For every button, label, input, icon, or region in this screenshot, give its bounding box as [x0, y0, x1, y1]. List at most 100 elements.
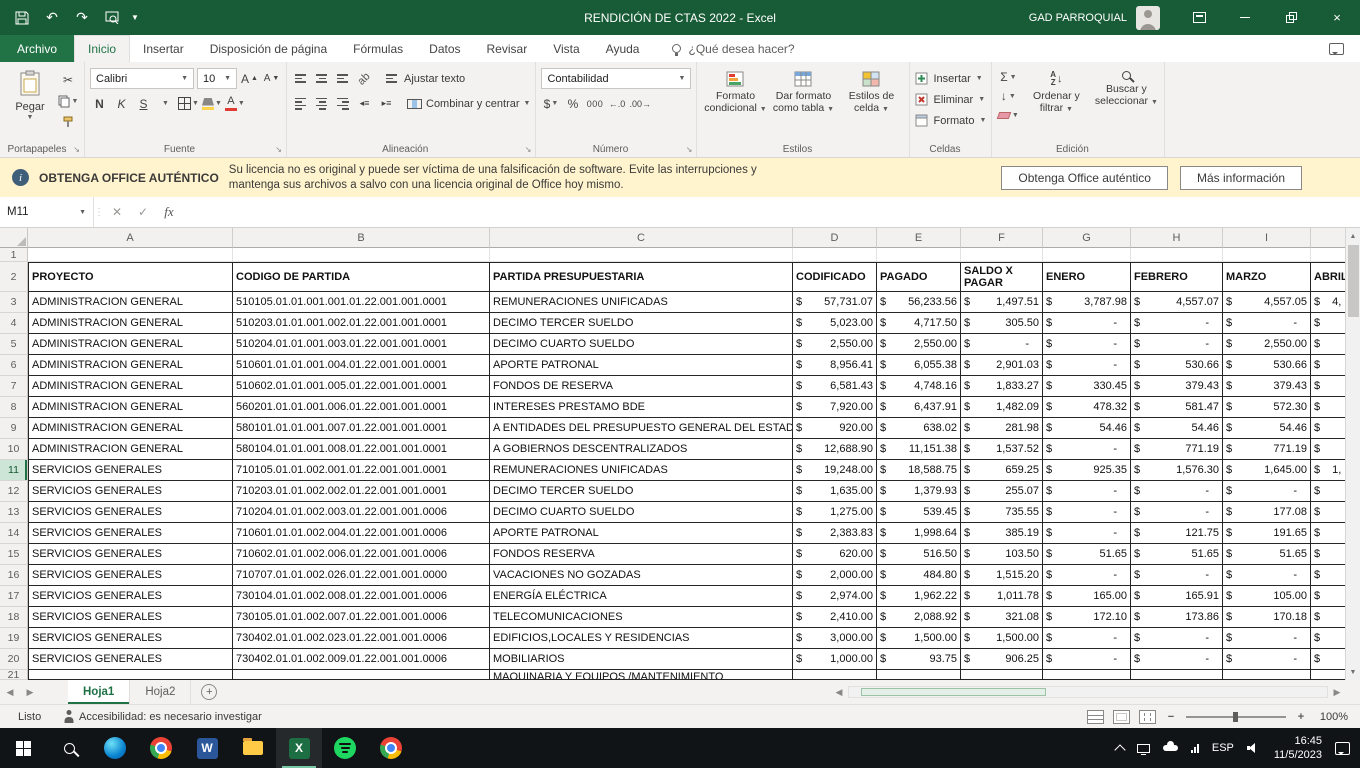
- cell-F7[interactable]: $1,833.27: [961, 376, 1043, 397]
- align-left-icon[interactable]: [292, 95, 310, 113]
- cell-C3[interactable]: REMUNERACIONES UNIFICADAS: [490, 292, 793, 313]
- cell-C16[interactable]: VACACIONES NO GOZADAS: [490, 565, 793, 586]
- cell-H6[interactable]: $530.66: [1131, 355, 1223, 376]
- cell-G15[interactable]: $51.65: [1043, 544, 1131, 565]
- sheet-tab-hoja1[interactable]: Hoja1: [68, 680, 130, 704]
- cell-E7[interactable]: $4,748.16: [877, 376, 961, 397]
- language-indicator[interactable]: ESP: [1212, 742, 1234, 754]
- row-header-19[interactable]: 19: [0, 628, 28, 649]
- fill-color-icon[interactable]: ▼: [202, 94, 222, 114]
- cell-I14[interactable]: $191.65: [1223, 523, 1311, 544]
- cell-D3[interactable]: $57,731.07: [793, 292, 877, 313]
- cell-I15[interactable]: $51.65: [1223, 544, 1311, 565]
- cell-C4[interactable]: DECIMO TERCER SUELDO: [490, 313, 793, 334]
- number-format-combo[interactable]: Contabilidad▼: [541, 68, 691, 89]
- cell-I19[interactable]: $-: [1223, 628, 1311, 649]
- row-header-10[interactable]: 10: [0, 439, 28, 460]
- wrap-text-button[interactable]: Ajustar texto: [386, 73, 465, 85]
- underline-chevron-icon[interactable]: ▼: [156, 94, 175, 114]
- column-header-H[interactable]: H: [1131, 228, 1223, 248]
- cell-A1[interactable]: [28, 248, 233, 262]
- cell-C9[interactable]: A ENTIDADES DEL PRESUPUESTO GENERAL DEL …: [490, 418, 793, 439]
- cell-I17[interactable]: $105.00: [1223, 586, 1311, 607]
- cell-F16[interactable]: $1,515.20: [961, 565, 1043, 586]
- horizontal-scrollbar[interactable]: ◀ ▶: [832, 680, 1360, 704]
- cell-E20[interactable]: $93.75: [877, 649, 961, 670]
- taskbar-spotify[interactable]: [322, 728, 368, 768]
- cell-J2[interactable]: ABRIL: [1311, 262, 1345, 292]
- row-header-4[interactable]: 4: [0, 313, 28, 334]
- cell-I11[interactable]: $1,645.00: [1223, 460, 1311, 481]
- cell-F10[interactable]: $1,537.52: [961, 439, 1043, 460]
- cell-B11[interactable]: 710105.01.01.002.001.01.22.001.001.0001: [233, 460, 490, 481]
- cell-A2[interactable]: PROYECTO: [28, 262, 233, 292]
- column-header-E[interactable]: E: [877, 228, 961, 248]
- column-header-B[interactable]: B: [233, 228, 490, 248]
- cell-D9[interactable]: $920.00: [793, 418, 877, 439]
- cell-B4[interactable]: 510203.01.01.001.002.01.22.001.001.0001: [233, 313, 490, 334]
- cell-H19[interactable]: $-: [1131, 628, 1223, 649]
- row-header-7[interactable]: 7: [0, 376, 28, 397]
- cell-I12[interactable]: $-: [1223, 481, 1311, 502]
- cell-H18[interactable]: $173.86: [1131, 607, 1223, 628]
- cell-F2[interactable]: SALDO X PAGAR: [961, 262, 1043, 292]
- cell-H8[interactable]: $581.47: [1131, 397, 1223, 418]
- cell-A18[interactable]: SERVICIOS GENERALES: [28, 607, 233, 628]
- feedback-comment-icon[interactable]: [1329, 43, 1344, 55]
- cell-B18[interactable]: 730105.01.01.002.007.01.22.001.001.0006: [233, 607, 490, 628]
- cell-A5[interactable]: ADMINISTRACION GENERAL: [28, 334, 233, 355]
- cell-F14[interactable]: $385.19: [961, 523, 1043, 544]
- cell-F13[interactable]: $735.55: [961, 502, 1043, 523]
- fill-icon[interactable]: ↓▼: [997, 88, 1019, 104]
- scroll-up-icon[interactable]: ▲: [1346, 228, 1360, 244]
- taskbar-word[interactable]: W: [184, 728, 230, 768]
- insert-cells-button[interactable]: Insertar▼: [915, 68, 986, 89]
- orientation-icon[interactable]: ab: [353, 68, 374, 89]
- cell-H11[interactable]: $1,576.30: [1131, 460, 1223, 481]
- borders-icon[interactable]: ▼: [178, 94, 199, 114]
- cell-E10[interactable]: $11,151.38: [877, 439, 961, 460]
- cell-G12[interactable]: $-: [1043, 481, 1131, 502]
- cell-C7[interactable]: FONDOS DE RESERVA: [490, 376, 793, 397]
- decrease-decimal-icon[interactable]: .00→: [629, 94, 651, 114]
- cell-E11[interactable]: $18,588.75: [877, 460, 961, 481]
- cell-G21[interactable]: [1043, 670, 1131, 680]
- cell-J19[interactable]: $: [1311, 628, 1345, 649]
- cell-D20[interactable]: $1,000.00: [793, 649, 877, 670]
- cell-G17[interactable]: $165.00: [1043, 586, 1131, 607]
- cell-I1[interactable]: [1223, 248, 1311, 262]
- cell-C20[interactable]: MOBILIARIOS: [490, 649, 793, 670]
- row-header-9[interactable]: 9: [0, 418, 28, 439]
- cell-B14[interactable]: 710601.01.01.002.004.01.22.001.001.0006: [233, 523, 490, 544]
- vertical-scroll-thumb[interactable]: [1348, 245, 1359, 317]
- cell-E9[interactable]: $638.02: [877, 418, 961, 439]
- zoom-slider-thumb[interactable]: [1233, 712, 1238, 722]
- sheet-tab-hoja2[interactable]: Hoja2: [130, 680, 191, 704]
- bold-button[interactable]: N: [90, 94, 109, 114]
- cell-B15[interactable]: 710602.01.01.002.006.01.22.001.001.0006: [233, 544, 490, 565]
- cell-C12[interactable]: DECIMO TERCER SUELDO: [490, 481, 793, 502]
- cell-D14[interactable]: $2,383.83: [793, 523, 877, 544]
- confirm-entry-icon[interactable]: ✓: [130, 197, 156, 227]
- formula-input[interactable]: [182, 197, 1360, 227]
- tab-revisar[interactable]: Revisar: [474, 35, 541, 62]
- cell-E21[interactable]: [877, 670, 961, 680]
- tab-insertar[interactable]: Insertar: [130, 35, 197, 62]
- zoom-slider[interactable]: [1186, 716, 1286, 718]
- cell-G7[interactable]: $330.45: [1043, 376, 1131, 397]
- cell-D11[interactable]: $19,248.00: [793, 460, 877, 481]
- row-header-2[interactable]: 2: [0, 262, 28, 292]
- row-header-8[interactable]: 8: [0, 397, 28, 418]
- dialog-launcher-icon[interactable]: ↘: [525, 145, 532, 154]
- cell-H9[interactable]: $54.46: [1131, 418, 1223, 439]
- cell-J9[interactable]: $: [1311, 418, 1345, 439]
- row-header-1[interactable]: 1: [0, 248, 28, 262]
- cell-F19[interactable]: $1,500.00: [961, 628, 1043, 649]
- taskbar-excel-active[interactable]: X: [276, 728, 322, 768]
- cell-D19[interactable]: $3,000.00: [793, 628, 877, 649]
- cell-I6[interactable]: $530.66: [1223, 355, 1311, 376]
- scroll-right-icon[interactable]: ▶: [1330, 687, 1344, 698]
- cell-H4[interactable]: $-: [1131, 313, 1223, 334]
- cell-D12[interactable]: $1,635.00: [793, 481, 877, 502]
- tab-archivo[interactable]: Archivo: [0, 35, 74, 62]
